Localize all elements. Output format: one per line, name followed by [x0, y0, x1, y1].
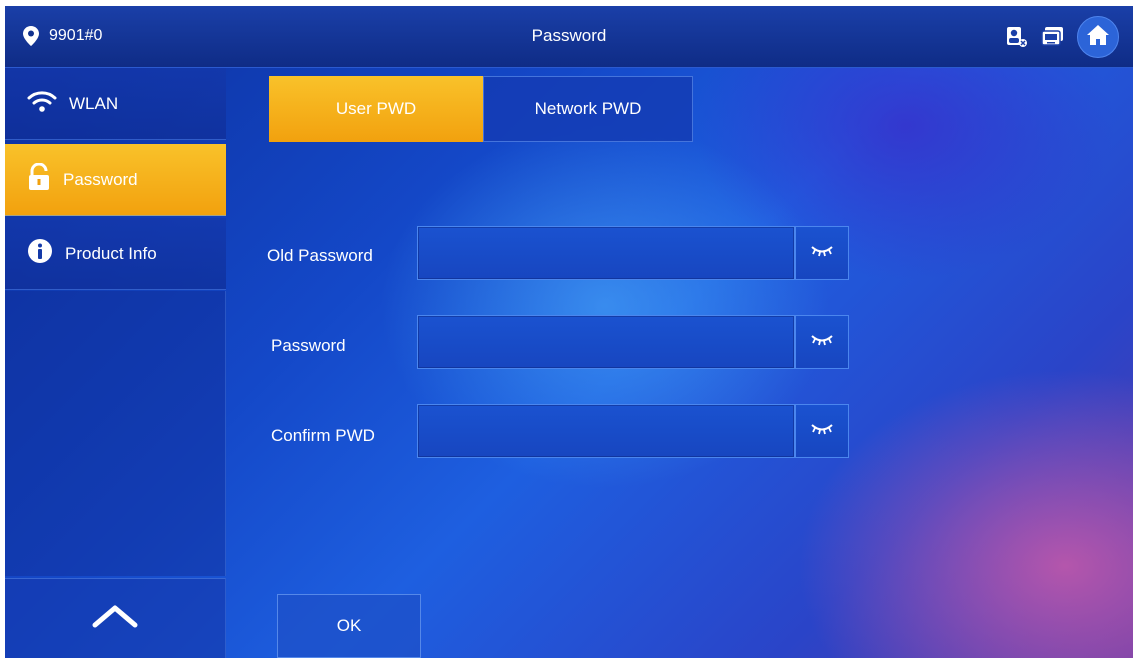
page-title: Password	[531, 26, 607, 45]
sidebar-item-label: Password	[63, 169, 138, 189]
contact-card-icon[interactable]	[1005, 25, 1029, 49]
password-field[interactable]	[417, 315, 795, 369]
sidebar-item-password[interactable]: Password	[5, 144, 226, 216]
confirm-password-field[interactable]	[417, 404, 795, 458]
lock-icon	[27, 162, 51, 196]
info-icon	[27, 238, 53, 269]
chevron-up-icon	[90, 603, 140, 634]
ok-button[interactable]: OK	[277, 594, 421, 658]
eye-closed-icon	[810, 422, 834, 441]
screen: 9901#0 Password WLAN Password Product In…	[5, 6, 1133, 658]
eye-closed-icon	[810, 244, 834, 263]
sidebar-item-wlan[interactable]: WLAN	[5, 68, 226, 140]
top-bar: 9901#0 Password	[5, 6, 1133, 68]
home-icon	[1086, 24, 1110, 51]
tab-network-pwd[interactable]: Network PWD	[483, 76, 693, 142]
sidebar-item-label: WLAN	[69, 93, 119, 113]
sidebar-panel	[5, 291, 226, 576]
tab-user-pwd[interactable]: User PWD	[269, 76, 483, 142]
confirm-password-label: Confirm PWD	[271, 426, 375, 445]
monitor-icon[interactable]	[1041, 25, 1065, 49]
sidebar-item-label: Product Info	[65, 243, 157, 263]
home-button[interactable]	[1077, 16, 1119, 58]
header-icons	[1005, 16, 1119, 58]
sidebar: WLAN Password Product Info	[5, 68, 226, 658]
old-password-label: Old Password	[267, 246, 373, 265]
password-visibility-toggle[interactable]	[795, 315, 849, 369]
scroll-up-button[interactable]	[5, 578, 226, 658]
old-password-field[interactable]	[417, 226, 795, 280]
sidebar-item-product-info[interactable]: Product Info	[5, 218, 226, 290]
password-label: Password	[271, 336, 346, 355]
eye-closed-icon	[810, 333, 834, 352]
old-password-visibility-toggle[interactable]	[795, 226, 849, 280]
confirm-password-visibility-toggle[interactable]	[795, 404, 849, 458]
wifi-icon	[27, 90, 57, 117]
